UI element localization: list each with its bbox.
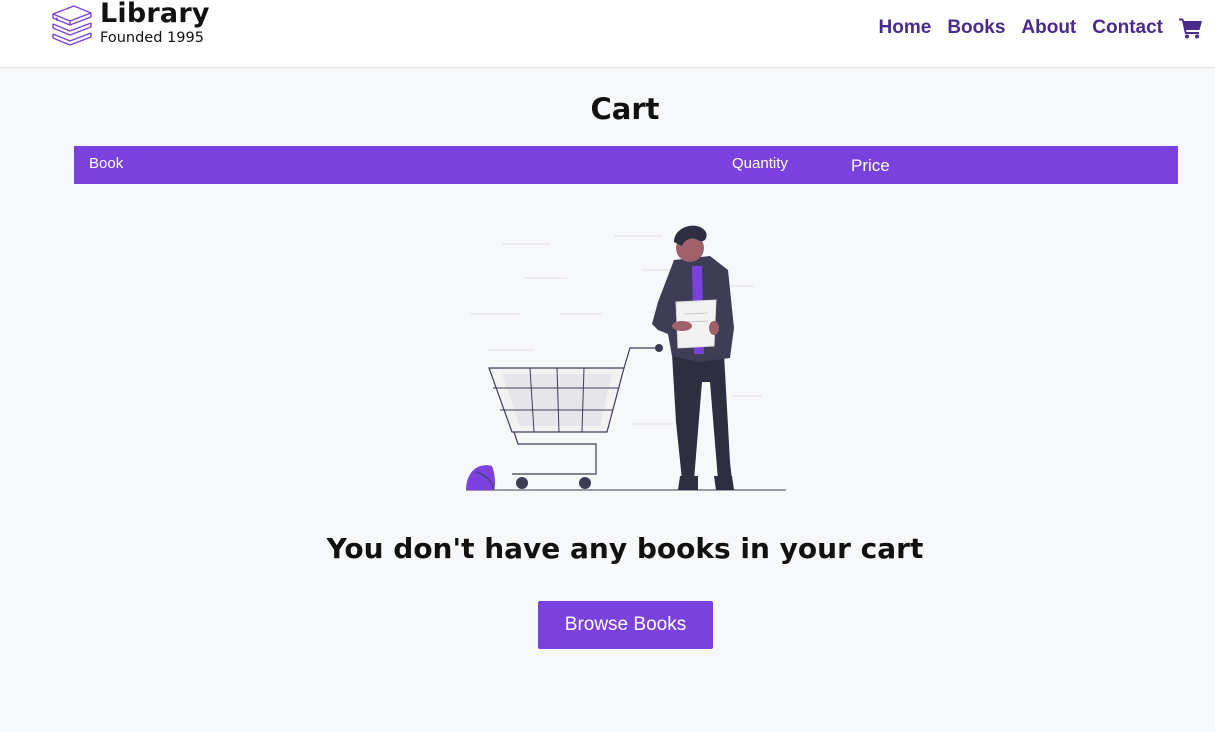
browse-books-button[interactable]: Browse Books [538, 601, 713, 649]
leaf-shape [466, 465, 496, 490]
cart-table-header: Book Quantity Price [74, 146, 1178, 184]
nav-home-link[interactable]: Home [879, 14, 932, 42]
nav-contact-link[interactable]: Contact [1092, 14, 1163, 42]
brand-title: Library [100, 0, 210, 29]
nav-books-link[interactable]: Books [947, 14, 1005, 42]
shopping-cart-basket [488, 344, 663, 489]
column-header-book: Book [89, 155, 124, 172]
page-title: Cart [590, 92, 660, 126]
empty-cart-illustration [466, 225, 786, 491]
shopping-cart-icon[interactable] [1179, 17, 1203, 39]
brand-subtitle: Founded 1995 [100, 30, 204, 46]
person-figure [652, 225, 734, 490]
empty-cart-message: You don't have any books in your cart [326, 532, 924, 565]
brand-logo[interactable]: Library Founded 1995 [50, 0, 210, 50]
column-header-quantity: Quantity [732, 155, 788, 172]
books-stack-icon [52, 5, 92, 46]
main-nav: Home Books About Contact [863, 14, 1203, 42]
navbar: Library Founded 1995 Home Books About Co… [0, 0, 1215, 68]
column-header-price: Price [851, 156, 890, 175]
nav-about-link[interactable]: About [1021, 14, 1076, 42]
brand-text: Library Founded 1995 [100, 0, 210, 47]
